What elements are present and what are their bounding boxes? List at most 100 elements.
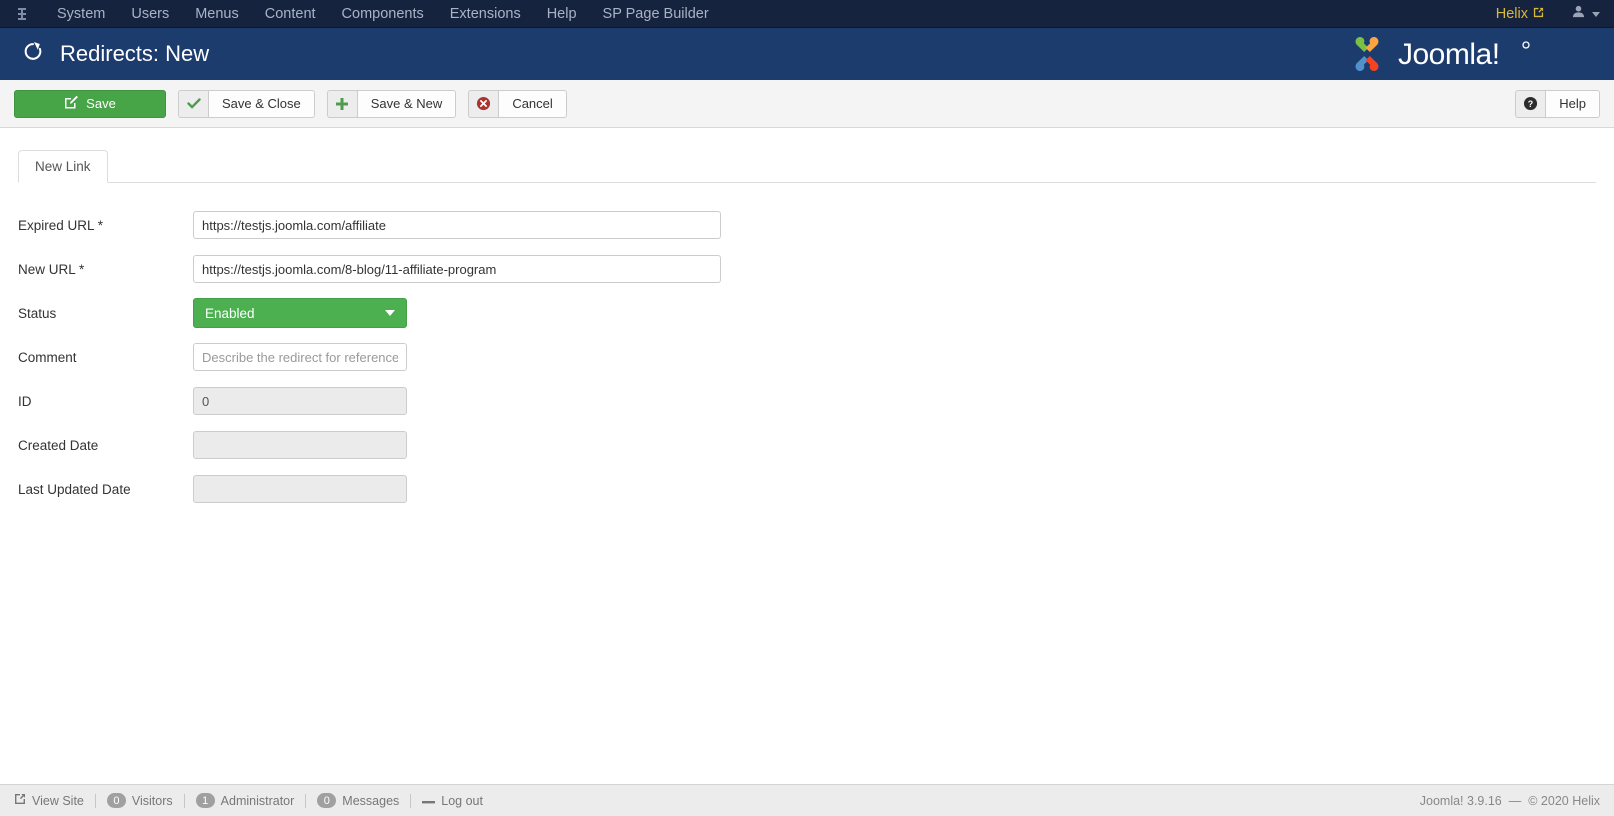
input-expired-url[interactable] (193, 211, 721, 239)
logout-label: Log out (441, 793, 483, 808)
administrator-count: 1 (195, 793, 215, 808)
form-row-expired-url: Expired URL * (18, 211, 1596, 239)
site-preview-link[interactable]: Helix (1484, 6, 1556, 22)
label-text: ID (18, 393, 32, 409)
user-icon (1572, 5, 1585, 23)
joomla-wordmark: Joomla! (1398, 38, 1530, 71)
page-header: Redirects: New Joomla! (0, 28, 1614, 80)
form-row-id: ID (18, 387, 1596, 415)
status-bar: View Site 0 Visitors 1 Administrator 0 M… (0, 784, 1614, 816)
label-text: Created Date (18, 437, 99, 453)
pencil-square-icon (64, 95, 79, 112)
label-status: Status (18, 306, 193, 321)
input-created-date (193, 431, 407, 459)
page-title-text: Redirects: New (60, 41, 210, 66)
save-close-button[interactable]: Save & Close (178, 89, 315, 118)
save-close-label: Save & Close (208, 89, 315, 118)
label-comment: Comment (18, 350, 193, 365)
page-title: Redirects: New (22, 40, 209, 68)
label-last-updated-date: Last Updated Date (18, 482, 193, 497)
user-menu[interactable] (1556, 5, 1600, 23)
check-icon (178, 89, 208, 118)
messages-count: 0 (317, 793, 337, 808)
topnav-item-content[interactable]: Content (252, 0, 329, 28)
topnav-item-menus[interactable]: Menus (182, 0, 252, 28)
label-text: Last Updated Date (18, 481, 131, 497)
chevron-down-icon (1592, 11, 1600, 17)
copyright: © 2020 Helix (1528, 793, 1600, 808)
cancel-button[interactable]: Cancel (468, 89, 567, 118)
select-status[interactable]: Enabled (193, 298, 407, 328)
tab-bar: New Link (18, 150, 1596, 183)
cancel-label: Cancel (498, 89, 567, 118)
joomla-logo-mark (1355, 37, 1379, 71)
toolbar-right: ? Help (1515, 89, 1600, 118)
required-marker: * (97, 217, 104, 233)
top-navbar: System Users Menus Content Components Extensi… (0, 0, 1614, 28)
label-created-date: Created Date (18, 438, 193, 453)
site-preview-label: Helix (1495, 6, 1528, 22)
save-new-button[interactable]: Save & New (326, 89, 457, 118)
redirect-form: Expired URL *New URL *StatusEnabledComme… (18, 211, 1596, 503)
label-text: Comment (18, 349, 77, 365)
input-comment[interactable] (193, 343, 407, 371)
top-navbar-right: Helix (1484, 0, 1614, 28)
visitors-label: Visitors (131, 793, 173, 808)
plus-icon (326, 89, 357, 118)
minus-icon (422, 794, 436, 808)
external-link-icon (1533, 6, 1544, 22)
administrator-status[interactable]: 1 Administrator (185, 793, 306, 808)
status-bar-left: View Site 0 Visitors 1 Administrator 0 M… (14, 793, 494, 808)
label-id: ID (18, 394, 193, 409)
joomla-mark-icon[interactable] (0, 0, 44, 28)
content-area: New Link Expired URL *New URL *StatusEna… (0, 150, 1614, 503)
administrator-label: Administrator (220, 793, 295, 808)
select-value: Enabled (205, 305, 255, 321)
topnav-item-extensions[interactable]: Extensions (437, 0, 534, 28)
topnav-item-users[interactable]: Users (118, 0, 182, 28)
form-row-comment: Comment (18, 343, 1596, 371)
form-row-status: Status Enabled (18, 298, 1596, 328)
messages-label: Messages (342, 793, 400, 808)
form-row-last-updated-date: Last Updated Date (18, 475, 1596, 503)
help-button[interactable]: ? Help (1515, 89, 1600, 118)
chevron-down-icon (385, 310, 395, 316)
label-text: Expired URL (18, 217, 95, 233)
topnav-item-help[interactable]: Help (534, 0, 590, 28)
logout-link[interactable]: Log out (411, 794, 494, 808)
save-button[interactable]: Save (14, 89, 166, 118)
help-label: Help (1545, 89, 1600, 118)
input-new-url[interactable] (193, 255, 721, 283)
required-marker: * (79, 261, 85, 277)
form-row-new-url: New URL * (18, 255, 1596, 283)
label-expired-url: Expired URL * (18, 218, 193, 233)
visitors-count: 0 (106, 793, 126, 808)
save-button-label: Save (86, 96, 116, 111)
view-site-link[interactable]: View Site (14, 793, 95, 808)
topnav-item-components[interactable]: Components (329, 0, 437, 28)
label-text: New URL (18, 261, 76, 277)
topnav-item-sp-page-builder[interactable]: SP Page Builder (590, 0, 722, 28)
joomla-version: Joomla! 3.9.16 (1419, 793, 1502, 808)
messages-status[interactable]: 0 Messages (306, 793, 410, 808)
redirect-arrow-icon (22, 40, 44, 68)
external-link-icon (14, 793, 26, 808)
footer-separator: — (1508, 793, 1522, 808)
topnav-item-system[interactable]: System (44, 0, 118, 28)
visitors-status[interactable]: 0 Visitors (96, 793, 184, 808)
input-last-updated-date (193, 475, 407, 503)
svg-text:?: ? (1528, 99, 1533, 109)
status-bar-right: Joomla! 3.9.16 — © 2020 Helix (1420, 794, 1600, 808)
tab-new-link[interactable]: New Link (18, 150, 108, 183)
toolbar: Save Save & Close Save & New Cancel ? He… (0, 80, 1614, 128)
save-new-label: Save & New (356, 89, 457, 118)
circle-x-icon (468, 89, 499, 118)
label-text: Status (18, 305, 57, 321)
label-new-url: New URL * (18, 262, 193, 277)
input-id (193, 387, 407, 415)
svg-text:Joomla!: Joomla! (1398, 38, 1500, 71)
top-navbar-menu: System Users Menus Content Components Extensi… (44, 0, 722, 28)
form-row-created-date: Created Date (18, 431, 1596, 459)
question-circle-icon: ? (1515, 89, 1546, 118)
joomla-logo: Joomla! (1344, 34, 1598, 74)
